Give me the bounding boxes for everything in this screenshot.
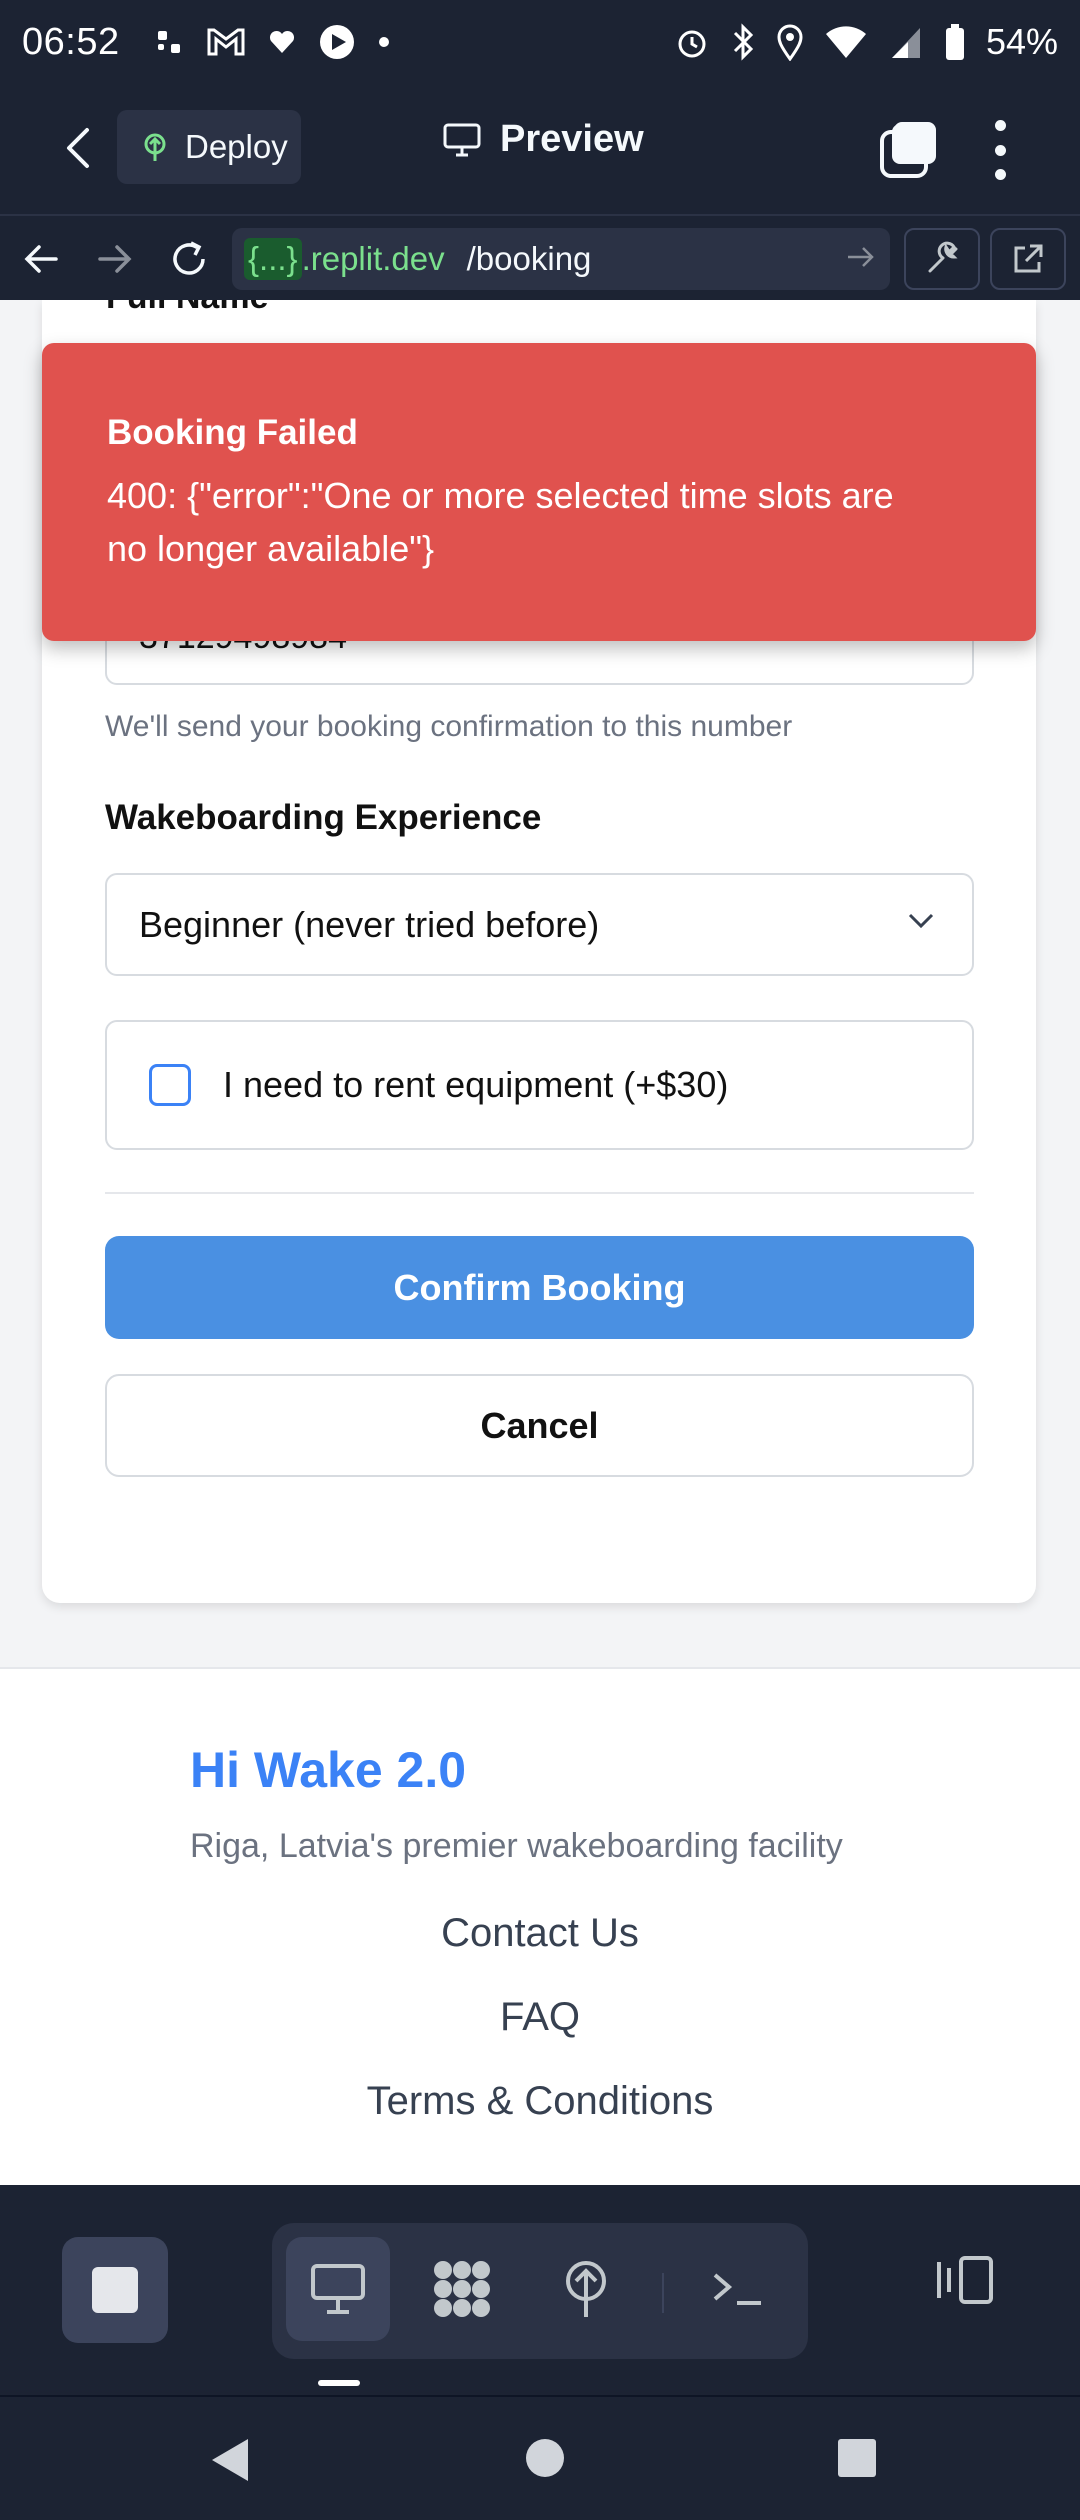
url-field[interactable]: {...} .replit.dev /booking	[232, 228, 890, 290]
slack-icon	[157, 31, 180, 53]
console-view-button[interactable]	[686, 2237, 790, 2341]
alarm-icon	[678, 30, 706, 58]
footer-tagline: Riga, Latvia's premier wakeboarding faci…	[190, 1827, 843, 1865]
menu-dot	[994, 169, 1006, 180]
faq-link[interactable]: FAQ	[0, 1995, 1080, 2040]
go-arrow-icon[interactable]	[846, 242, 876, 272]
experience-label: Wakeboarding Experience	[105, 798, 542, 837]
deploy-icon	[566, 2261, 606, 2317]
notification-icons	[154, 23, 390, 61]
menu-dot	[994, 144, 1006, 156]
battery-level: 54%	[985, 21, 1058, 62]
browser-back-button[interactable]	[18, 236, 64, 282]
url-bar: {...} .replit.dev /booking	[0, 214, 1080, 300]
arrow-left-icon	[24, 245, 58, 273]
phone-helper-text: We'll send your booking confirmation to …	[105, 710, 793, 743]
battery-icon	[945, 24, 964, 60]
reload-icon	[173, 241, 205, 275]
toast-message: 400: {"error":"One or more selected time…	[107, 475, 894, 569]
experience-select[interactable]: Beginner (never tried before)	[105, 873, 974, 976]
app-top-bar: Deploy Preview	[0, 84, 1080, 214]
bottom-toolbar	[0, 2185, 1080, 2395]
preview-label: Preview	[500, 118, 644, 160]
apps-grid-icon	[434, 2261, 490, 2317]
nav-home-button[interactable]	[526, 2439, 564, 2477]
system-nav-bar	[0, 2395, 1080, 2520]
signal-icon	[891, 28, 920, 58]
play-store-icon	[319, 25, 354, 59]
deploy-button[interactable]: Deploy	[117, 110, 301, 184]
experience-value: Beginner (never tried before)	[139, 903, 600, 945]
stop-icon	[92, 2267, 138, 2313]
open-external-button[interactable]	[990, 228, 1066, 290]
status-bar: 06:52 54%	[0, 0, 1080, 84]
layout-toggle-button[interactable]	[930, 2245, 1000, 2315]
location-icon	[777, 24, 803, 61]
wrench-icon	[928, 241, 958, 273]
preview-view-button[interactable]	[286, 2237, 390, 2341]
bluetooth-icon	[733, 23, 754, 61]
stop-button[interactable]	[62, 2237, 168, 2343]
more-menu-button[interactable]	[980, 120, 1020, 180]
apps-view-button[interactable]	[410, 2237, 514, 2341]
cancel-button[interactable]: Cancel	[105, 1374, 974, 1477]
devtools-button[interactable]	[904, 228, 980, 290]
error-toast[interactable]: Booking Failed 400: {"error":"One or mor…	[42, 343, 1036, 641]
equipment-checkbox[interactable]	[149, 1064, 191, 1106]
url-domain: .replit.dev	[301, 240, 445, 277]
browser-forward-button[interactable]	[92, 236, 138, 282]
url-path: /booking	[466, 240, 592, 277]
dot-icon	[378, 37, 389, 47]
site-footer: Hi Wake 2.0 Riga, Latvia's premier wakeb…	[0, 1667, 1080, 2185]
view-switcher	[272, 2223, 808, 2359]
url-domain-badge: {...}	[244, 238, 302, 280]
preview-tab-title: Preview	[442, 118, 644, 161]
toolbar-separator	[662, 2273, 664, 2313]
tabs-icon	[880, 122, 936, 178]
footer-brand: Hi Wake 2.0	[190, 1742, 467, 1798]
reload-button[interactable]	[166, 236, 212, 282]
deploy-icon	[144, 133, 166, 161]
full-name-label: Full Name	[106, 300, 268, 317]
toast-title: Booking Failed	[107, 413, 358, 452]
gmail-icon	[207, 28, 245, 56]
back-button[interactable]	[50, 120, 106, 176]
monitor-icon	[443, 123, 481, 156]
chevron-down-icon	[908, 913, 934, 929]
chevron-left-icon	[67, 128, 89, 168]
menu-dot	[994, 120, 1006, 131]
heart-icon	[269, 30, 294, 53]
panel-layout-icon	[937, 2256, 993, 2304]
form-divider	[105, 1192, 974, 1194]
terms-link[interactable]: Terms & Conditions	[0, 2079, 1080, 2124]
monitor-icon	[311, 2264, 365, 2314]
status-time: 06:52	[22, 20, 120, 63]
external-link-icon	[1014, 244, 1043, 273]
nav-recents-button[interactable]	[838, 2439, 876, 2477]
deploy-label: Deploy	[185, 128, 288, 165]
deploy-view-button[interactable]	[534, 2237, 638, 2341]
nav-back-icon[interactable]	[210, 2437, 250, 2483]
active-tab-indicator	[318, 2380, 360, 2386]
tabs-button[interactable]	[878, 118, 940, 180]
contact-us-link[interactable]: Contact Us	[0, 1911, 1080, 1956]
equipment-option[interactable]: I need to rent equipment (+$30)	[105, 1020, 974, 1150]
equipment-label: I need to rent equipment (+$30)	[223, 1064, 729, 1105]
terminal-icon	[713, 2273, 761, 2305]
wifi-icon	[825, 26, 866, 58]
confirm-booking-button[interactable]: Confirm Booking	[105, 1236, 974, 1339]
arrow-right-icon	[98, 245, 132, 273]
